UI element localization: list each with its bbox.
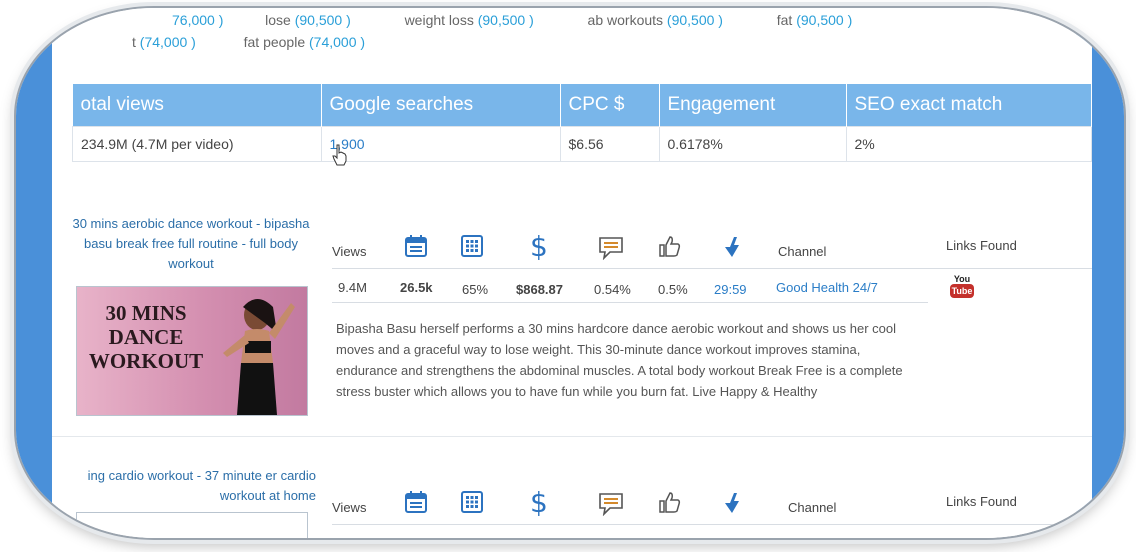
stat-label-channel: Channel xyxy=(778,244,827,259)
hand-cursor-icon xyxy=(332,144,347,166)
links-found-label: Links Found xyxy=(946,238,1017,253)
value-google-searches[interactable]: 1,900 xyxy=(320,126,561,162)
stat-earnings: $868.87 xyxy=(516,282,563,297)
keyword-item[interactable]: lose (90,500 ) xyxy=(265,12,351,28)
stat-duration[interactable]: 29:59 xyxy=(714,282,747,297)
down-arrow-icon xyxy=(725,237,739,257)
stat-label-channel: Channel xyxy=(788,500,837,515)
divider xyxy=(332,268,1092,269)
stat-likes: 0.5% xyxy=(658,282,688,297)
divider xyxy=(332,524,1092,525)
stat-percent: 65% xyxy=(462,282,489,297)
metrics-header-row: otal views Google searches CPC $ Engagem… xyxy=(72,84,1092,127)
grid-calculator-icon xyxy=(461,235,483,257)
header-google-searches: Google searches xyxy=(321,84,561,127)
stat-comments: 0.54% xyxy=(594,282,631,297)
dollar-icon: $ xyxy=(530,486,548,519)
header-engagement: Engagement xyxy=(659,84,847,127)
keyword-item[interactable]: fat (90,500 ) xyxy=(777,12,853,28)
video-description: Bipasha Basu herself performs a 30 mins … xyxy=(336,321,903,399)
video-thumbnail[interactable] xyxy=(76,512,308,538)
video-thumbnail[interactable]: 30 MINS DANCE WORKOUT xyxy=(76,286,308,416)
divider xyxy=(332,302,928,303)
header-cpc: CPC $ xyxy=(560,84,660,127)
stat-views: 9.4M xyxy=(338,280,367,295)
calendar-icon xyxy=(405,235,427,257)
down-arrow-icon xyxy=(725,493,739,513)
comment-icon xyxy=(599,237,623,260)
header-seo-exact-match: SEO exact match xyxy=(846,84,1092,127)
app-frame: 76,000 ) lose (90,500 ) weight loss (90,… xyxy=(14,6,1126,540)
keyword-item[interactable]: weight loss (90,500 ) xyxy=(405,12,534,28)
value-seo-exact-match: 2% xyxy=(845,126,1092,162)
stat-per-day: 26.5k xyxy=(400,280,433,295)
keyword-item[interactable]: t (74,000 ) xyxy=(132,34,196,50)
dollar-icon: $ xyxy=(530,230,548,263)
value-engagement: 0.6178% xyxy=(658,126,847,162)
channel-link[interactable]: Good Health 24/7 xyxy=(776,280,878,295)
header-total-views: otal views xyxy=(72,84,322,127)
keyword-row-2: t (74,000 ) fat people (74,000 ) xyxy=(132,34,365,50)
thumbnail-caption: 30 MINS DANCE WORKOUT xyxy=(88,301,204,373)
keyword-item[interactable]: ab workouts (90,500 ) xyxy=(588,12,723,28)
keyword-row-1: 76,000 ) lose (90,500 ) weight loss (90,… xyxy=(172,12,852,28)
thumbs-up-icon xyxy=(659,492,681,513)
calendar-icon xyxy=(405,491,427,513)
grid-calculator-icon xyxy=(461,491,483,513)
keyword-item[interactable]: fat people (74,000 ) xyxy=(244,34,365,50)
stat-label-views: Views xyxy=(332,244,367,259)
keyword-item[interactable]: 76,000 ) xyxy=(172,12,223,28)
video-result-2: ing cardio workout - 37 minute er cardio… xyxy=(52,454,1092,538)
youtube-icon[interactable]: You Tube xyxy=(950,274,974,304)
metrics-value-row: 234.9M (4.7M per video) 1,900 $6.56 0.61… xyxy=(72,126,1092,162)
value-total-views: 234.9M (4.7M per video) xyxy=(72,126,322,162)
dancer-figure-icon xyxy=(223,299,295,415)
page-content: 76,000 ) lose (90,500 ) weight loss (90,… xyxy=(52,8,1092,538)
value-cpc: $6.56 xyxy=(559,126,660,162)
links-found-label: Links Found xyxy=(946,494,1017,509)
thumbs-up-icon xyxy=(659,236,681,257)
metrics-table: otal views Google searches CPC $ Engagem… xyxy=(72,84,1092,162)
video-title-link[interactable]: ing cardio workout - 37 minute er cardio… xyxy=(66,466,316,506)
result-separator xyxy=(52,436,1092,437)
video-title-link[interactable]: 30 mins aerobic dance workout - bipasha … xyxy=(66,214,316,274)
stat-label-views: Views xyxy=(332,500,367,515)
video-result-1: 30 mins aerobic dance workout - bipasha … xyxy=(52,198,1092,418)
comment-icon xyxy=(599,493,623,516)
